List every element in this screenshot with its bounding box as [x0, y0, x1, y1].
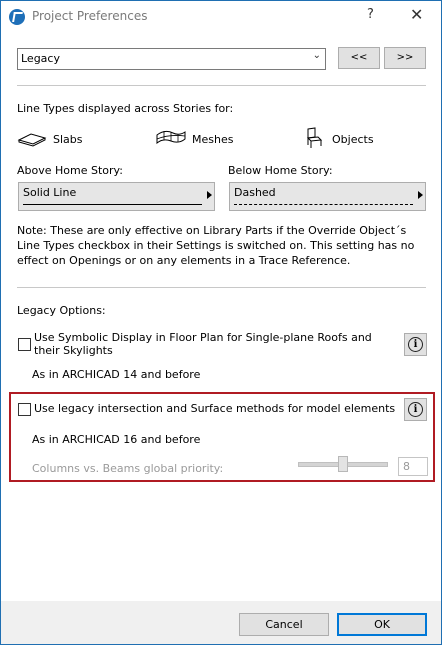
info-icon: i — [408, 402, 423, 417]
legacy-intersection-version-note: As in ARCHICAD 16 and before — [32, 433, 201, 446]
title-bar: Project Preferences ? ✕ — [1, 1, 441, 32]
linetypes-note: Note: These are only effective on Librar… — [17, 224, 415, 267]
close-button[interactable]: ✕ — [410, 5, 423, 24]
symbolic-display-checkbox[interactable] — [18, 338, 31, 351]
beam-priority-value: 8 — [403, 460, 410, 473]
chair-icon — [306, 127, 323, 148]
legacy-options-heading: Legacy Options: — [17, 304, 106, 317]
preference-set-dropdown[interactable]: Legacy ⌄ — [17, 48, 326, 70]
previous-page-button[interactable]: << — [338, 47, 380, 69]
ok-button[interactable]: OK — [337, 613, 427, 636]
slab-icon — [17, 133, 47, 147]
linetypes-heading: Line Types displayed across Stories for: — [17, 102, 234, 115]
info-icon: i — [408, 337, 423, 352]
window-title: Project Preferences — [32, 9, 148, 23]
arrow-right-icon — [418, 191, 423, 199]
archicad-app-icon — [9, 9, 25, 25]
beam-priority-value-field[interactable]: 8 — [398, 457, 428, 476]
symbolic-display-label: Use Symbolic Display in Floor Plan for S… — [34, 331, 372, 357]
above-line-type-value: Solid Line — [23, 186, 77, 199]
below-home-story-selector[interactable]: Dashed — [229, 182, 426, 211]
above-home-story-selector[interactable]: Solid Line — [18, 182, 215, 211]
dashed-line-preview — [234, 204, 413, 205]
preferences-window: Project Preferences ? ✕ Legacy ⌄ << >> L… — [0, 0, 442, 645]
mesh-icon — [156, 130, 186, 145]
solid-line-preview — [23, 204, 202, 205]
symbolic-display-info-button[interactable]: i — [404, 333, 427, 356]
below-home-story-label: Below Home Story: — [228, 164, 333, 177]
below-line-type-value: Dashed — [234, 186, 276, 199]
preference-set-value: Legacy — [21, 52, 60, 65]
separator — [17, 85, 426, 86]
help-button[interactable]: ? — [367, 7, 374, 22]
cancel-button[interactable]: Cancel — [239, 613, 329, 636]
legacy-intersection-checkbox[interactable] — [18, 403, 31, 416]
arrow-right-icon — [207, 191, 212, 199]
next-page-button[interactable]: >> — [384, 47, 426, 69]
beam-priority-label: Columns vs. Beams global priority: — [32, 462, 224, 475]
meshes-label: Meshes — [192, 133, 234, 146]
legacy-intersection-label: Use legacy intersection and Surface meth… — [34, 402, 396, 415]
symbolic-display-version-note: As in ARCHICAD 14 and before — [32, 368, 201, 381]
beam-priority-slider-thumb[interactable] — [338, 456, 348, 472]
legacy-intersection-info-button[interactable]: i — [404, 398, 427, 421]
above-home-story-label: Above Home Story: — [17, 164, 123, 177]
objects-label: Objects — [332, 133, 374, 146]
separator — [17, 287, 426, 288]
chevron-down-icon: ⌄ — [312, 50, 321, 61]
slabs-label: Slabs — [53, 133, 83, 146]
